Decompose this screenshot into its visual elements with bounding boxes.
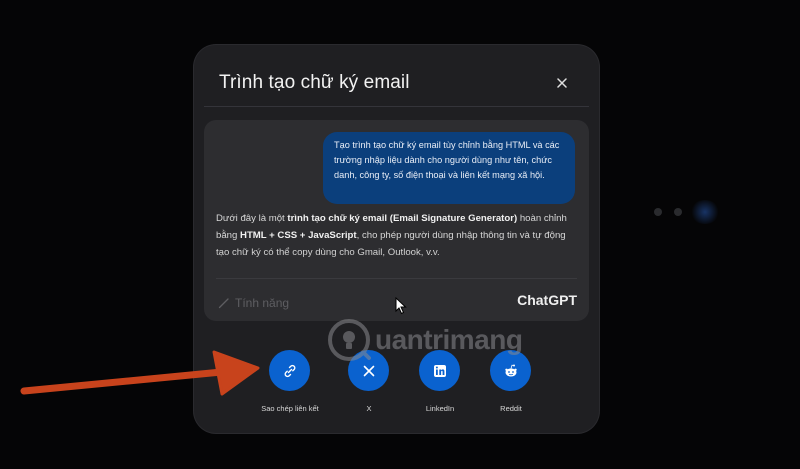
mouse-cursor-icon (395, 297, 407, 315)
annotation-arrow (20, 350, 260, 396)
